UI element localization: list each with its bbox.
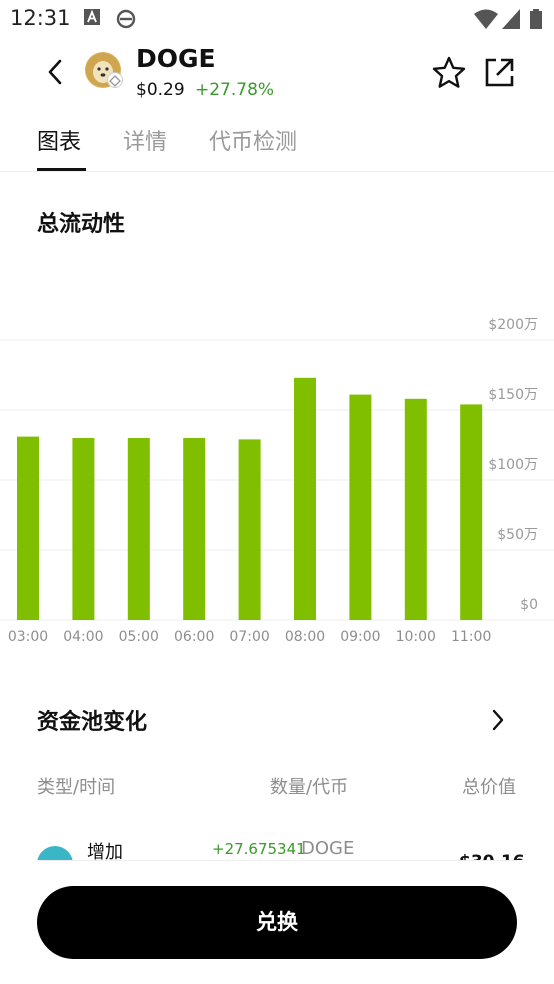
chevron-right-icon[interactable] xyxy=(486,706,510,734)
x-tick-label: 04:00 xyxy=(63,629,103,645)
x-tick-label: 05:00 xyxy=(119,629,159,645)
back-icon[interactable] xyxy=(38,52,72,92)
app-a-icon xyxy=(84,9,100,25)
chart-bar[interactable] xyxy=(460,404,483,620)
chart-bar[interactable] xyxy=(349,394,372,620)
divider xyxy=(37,860,517,861)
token-price: $0.29 xyxy=(136,80,185,100)
user-avatar-icon xyxy=(37,846,73,860)
column-amount-token: 数量/代币 xyxy=(270,777,349,798)
battery-icon xyxy=(530,9,542,29)
chain-badge-icon xyxy=(107,72,123,88)
row-amount: +27.675341 xyxy=(212,840,306,858)
token-symbol: DOGE xyxy=(136,44,216,73)
wifi-icon xyxy=(474,9,498,29)
chart-bar[interactable] xyxy=(72,438,95,620)
y-tick-label: $50万 xyxy=(497,527,538,543)
pool-changes-title: 资金池变化 xyxy=(37,710,148,735)
x-tick-label: 07:00 xyxy=(229,629,269,645)
x-tick-label: 06:00 xyxy=(174,629,214,645)
y-tick-label: $100万 xyxy=(488,457,538,473)
chart-bar[interactable] xyxy=(238,439,261,620)
token-change: +27.78% xyxy=(195,80,275,100)
y-tick-label: $200万 xyxy=(488,317,538,333)
signal-icon xyxy=(502,9,520,29)
favorite-star-icon[interactable] xyxy=(430,54,468,92)
y-tick-label: $150万 xyxy=(488,387,538,403)
chart-bar[interactable] xyxy=(404,398,427,620)
chart-bar[interactable] xyxy=(17,436,39,620)
swap-button[interactable]: 兑换 xyxy=(37,886,517,959)
row-value: $30.16 xyxy=(459,852,525,860)
row-token: DOGE xyxy=(301,838,355,859)
active-tab-indicator xyxy=(37,168,86,171)
tab-details[interactable]: 详情 xyxy=(123,124,167,156)
chart-bar[interactable] xyxy=(127,438,150,620)
chart-bar[interactable] xyxy=(183,438,206,620)
row-type: 增加 xyxy=(87,842,123,860)
tab-bar: 图表 详情 代币检测 xyxy=(0,118,554,172)
share-external-icon[interactable] xyxy=(480,54,518,92)
column-total-value: 总价值 xyxy=(462,777,516,798)
chart-bar[interactable] xyxy=(294,377,316,620)
liquidity-bar-chart: $0 $50万 $100万 $150万 $200万 03:00 04:00 05:00 06:0… xyxy=(0,317,554,645)
tab-token-check[interactable]: 代币检测 xyxy=(209,124,297,156)
x-tick-label: 10:00 xyxy=(396,629,436,645)
list-item[interactable]: 增加 +27.675341 DOGE $30.16 xyxy=(0,830,554,860)
tab-chart[interactable]: 图表 xyxy=(37,124,81,156)
browser-e-icon xyxy=(116,9,136,29)
status-bar: 12:31 xyxy=(0,0,554,38)
x-tick-label: 08:00 xyxy=(285,629,325,645)
column-type-time: 类型/时间 xyxy=(37,777,116,798)
x-tick-label: 03:00 xyxy=(8,629,48,645)
x-tick-label: 11:00 xyxy=(451,629,491,645)
y-tick-label: $0 xyxy=(520,597,538,613)
x-tick-label: 09:00 xyxy=(340,629,380,645)
token-header: DOGE $0.29 +27.78% xyxy=(0,38,554,104)
status-time: 12:31 xyxy=(10,6,71,30)
liquidity-title: 总流动性 xyxy=(37,212,126,237)
